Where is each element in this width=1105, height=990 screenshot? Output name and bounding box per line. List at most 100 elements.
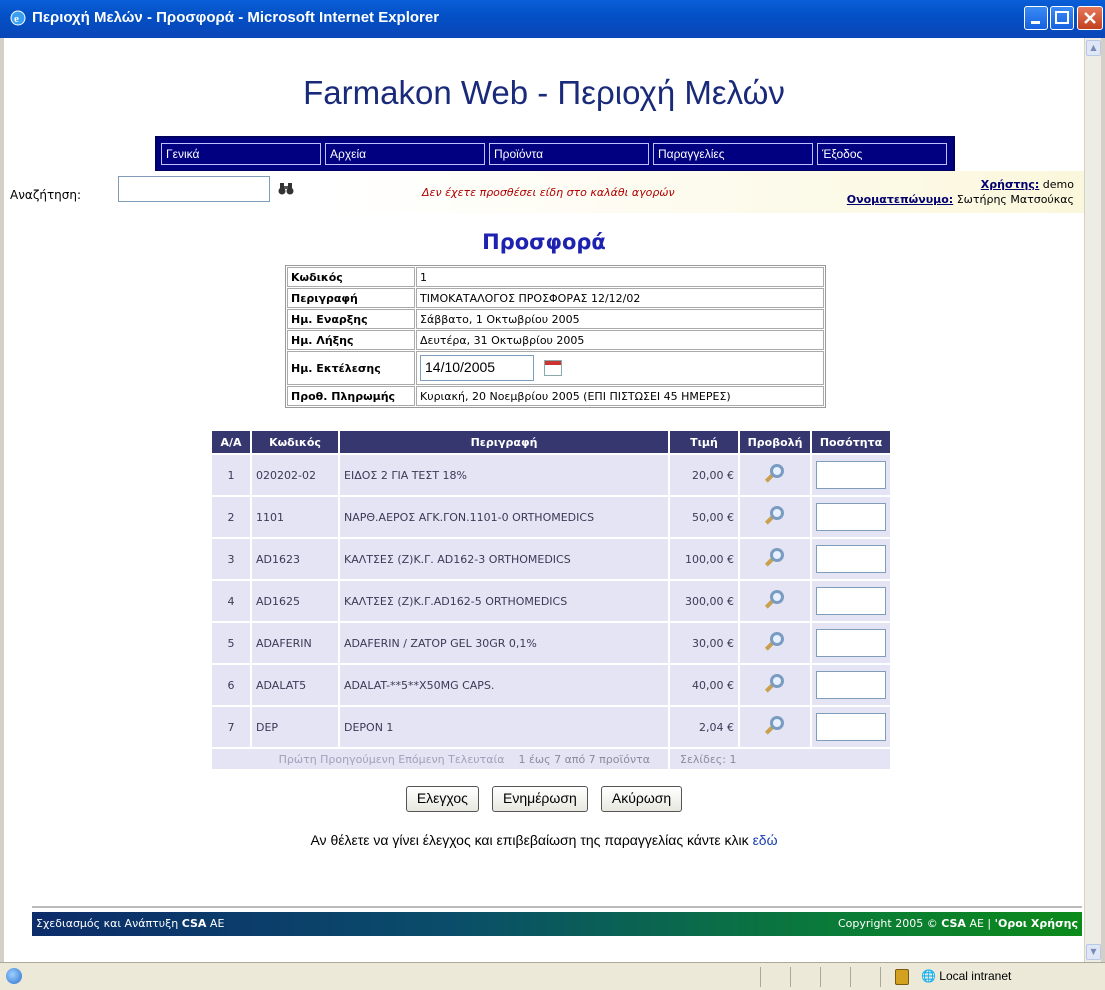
products-header: Α/Α Κωδικός Περιγραφή Τιμή Προβολή Ποσότ… [212, 431, 892, 453]
row-price: 50,00 € [670, 497, 740, 537]
nav-item-orders[interactable]: Παραγγελίες [653, 143, 813, 165]
magnifier-icon[interactable] [764, 715, 786, 737]
search-bar: Αναζήτηση: Δεν έχετε προσθέσει είδη στο … [4, 171, 1084, 213]
cancel-button[interactable]: Ακύρωση [600, 786, 683, 812]
row-aa: 2 [212, 497, 252, 537]
offer-exec-cell: 14/10/2005 [416, 351, 824, 385]
page-title: Προσφορά [482, 230, 606, 254]
offer-start-label: Ημ. Εναρξης [287, 309, 415, 329]
user-info: Χρήστης: demo Ονοματεπώνυμο: Σωτήρης Ματ… [847, 177, 1074, 207]
row-price: 40,00 € [670, 665, 740, 705]
quantity-input[interactable] [816, 545, 886, 573]
footer-right-suffix: ΑΕ | [969, 917, 992, 930]
maximize-button[interactable] [1050, 6, 1074, 30]
row-price: 100,00 € [670, 539, 740, 579]
binoculars-icon[interactable] [278, 182, 294, 200]
close-button[interactable] [1077, 6, 1103, 30]
table-row: 1 020202-02 ΕΙΔΟΣ 2 ΓΙΑ ΤΕΣΤ 18% 20,00 € [212, 455, 892, 495]
magnifier-icon[interactable] [764, 673, 786, 695]
row-qty-cell [812, 455, 892, 495]
table-row: 5 ADAFERIN ADAFERIN / ZATOP GEL 30GR 0,1… [212, 623, 892, 663]
terms-link[interactable]: 'Οροι Χρήσης [995, 917, 1078, 930]
offer-row-code: Κωδικός 1 [287, 267, 824, 287]
footer-divider [32, 906, 1082, 908]
calendar-icon[interactable] [543, 360, 562, 376]
offer-desc-label: Περιγραφή [287, 288, 415, 308]
pager-links[interactable]: Πρώτη Προηγούμενη Επόμενη Τελευταία [279, 753, 505, 766]
row-price: 300,00 € [670, 581, 740, 621]
row-desc: ADALAT-**5**X50MG CAPS. [340, 665, 670, 705]
row-price: 2,04 € [670, 707, 740, 747]
quantity-input[interactable] [816, 503, 886, 531]
magnifier-icon[interactable] [764, 463, 786, 485]
user-value: demo [1042, 178, 1074, 191]
nav-item-general[interactable]: Γενικά [161, 143, 321, 165]
col-desc: Περιγραφή [340, 431, 670, 453]
row-code: ADALAT5 [252, 665, 340, 705]
user-label: Χρήστης: [980, 178, 1040, 191]
row-qty-cell [812, 623, 892, 663]
pager-count: 1 έως 7 από 7 προϊόντα [518, 752, 650, 766]
row-qty-cell [812, 665, 892, 705]
fullname-value: Σωτήρης Ματσούκας [956, 193, 1074, 206]
products-table: Α/Α Κωδικός Περιγραφή Τιμή Προβολή Ποσότ… [212, 429, 892, 771]
row-view-cell [740, 623, 812, 663]
row-code: 1101 [252, 497, 340, 537]
table-row: 6 ADALAT5 ADALAT-**5**X50MG CAPS. 40,00 … [212, 665, 892, 705]
nav-item-files[interactable]: Αρχεία [325, 143, 485, 165]
check-button[interactable]: Ελεγχος [405, 786, 479, 812]
quantity-input[interactable] [816, 713, 886, 741]
offer-details: Κωδικός 1 Περιγραφή ΤΙΜΟΚΑΤΑΛΟΓΟΣ ΠΡΟΣΦΟ… [285, 265, 826, 408]
row-desc: DEPON 1 [340, 707, 670, 747]
row-aa: 7 [212, 707, 252, 747]
table-row: 7 DEP DEPON 1 2,04 € [212, 707, 892, 747]
nav-item-exit[interactable]: Έξοδος [817, 143, 947, 165]
row-code: DEP [252, 707, 340, 747]
footer-right: Copyright 2005 © CSA ΑΕ | 'Οροι Χρήσης [838, 917, 1078, 930]
quantity-input[interactable] [816, 461, 886, 489]
confirm-link[interactable]: εδώ [753, 832, 778, 848]
footer-left-text: Σχεδιασμός και Ανάπτυξη [36, 917, 179, 930]
row-desc: ADAFERIN / ZATOP GEL 30GR 0,1% [340, 623, 670, 663]
row-aa: 3 [212, 539, 252, 579]
magnifier-icon[interactable] [764, 505, 786, 527]
footer-left-suffix: ΑΕ [209, 917, 225, 930]
exec-date-field[interactable]: 14/10/2005 [420, 355, 534, 381]
row-code: ADAFERIN [252, 623, 340, 663]
site-title: Farmakon Web - Περιοχή Μελών [303, 74, 785, 111]
scroll-up-icon[interactable]: ▲ [1086, 40, 1101, 56]
row-aa: 4 [212, 581, 252, 621]
vertical-scrollbar[interactable]: ▲ ▼ [1084, 38, 1101, 962]
ie-logo-icon: e [9, 9, 27, 27]
zone-text: Local intranet [939, 969, 1012, 983]
magnifier-icon[interactable] [764, 589, 786, 611]
nav-item-products[interactable]: Προϊόντα [489, 143, 649, 165]
scroll-down-icon[interactable]: ▼ [1086, 944, 1101, 960]
magnifier-icon[interactable] [764, 631, 786, 653]
offer-pay-value: Κυριακή, 20 Νοεμβρίου 2005 (ΕΠΙ ΠΙΣΤΩΣΕΙ… [416, 386, 824, 406]
update-button[interactable]: Ενημέρωση [492, 786, 588, 812]
row-view-cell [740, 581, 812, 621]
offer-exec-label: Ημ. Εκτέλεσης [287, 351, 415, 385]
page: Farmakon Web - Περιοχή Μελών Γενικά Αρχε… [4, 38, 1084, 962]
quantity-input[interactable] [816, 671, 886, 699]
magnifier-icon[interactable] [764, 547, 786, 569]
row-aa: 5 [212, 623, 252, 663]
footer-left-brand: CSA [181, 917, 207, 930]
offer-row-desc: Περιγραφή ΤΙΜΟΚΑΤΑΛΟΓΟΣ ΠΡΟΣΦΟΡΑΣ 12/12/… [287, 288, 824, 308]
row-desc: ΚΑΛΤΣΕΣ (Ζ)Κ.Γ.AD162-5 ORTHOMEDICS [340, 581, 670, 621]
browser-content: Farmakon Web - Περιοχή Μελών Γενικά Αρχε… [4, 38, 1101, 962]
window-title: Περιοχή Μελών - Προσφορά - Microsoft Int… [32, 9, 440, 26]
quantity-input[interactable] [816, 587, 886, 615]
confirm-message: Αν θέλετε να γίνει έλεγχος και επιβεβαίω… [310, 832, 749, 848]
table-row: 3 AD1623 ΚΑΛΤΣΕΣ (Ζ)Κ.Γ. AD162-3 ORTHOME… [212, 539, 892, 579]
window-titlebar: e Περιοχή Μελών - Προσφορά - Microsoft I… [0, 0, 1105, 38]
row-desc: ΚΑΛΤΣΕΣ (Ζ)Κ.Γ. AD162-3 ORTHOMEDICS [340, 539, 670, 579]
search-input[interactable] [118, 176, 270, 202]
zone-label: 🌐 Local intranet [921, 969, 1012, 983]
maximize-icon [1055, 11, 1069, 24]
minimize-button[interactable] [1024, 6, 1048, 30]
quantity-input[interactable] [816, 629, 886, 657]
col-aa: Α/Α [212, 431, 252, 453]
row-desc: ΕΙΔΟΣ 2 ΓΙΑ ΤΕΣΤ 18% [340, 455, 670, 495]
